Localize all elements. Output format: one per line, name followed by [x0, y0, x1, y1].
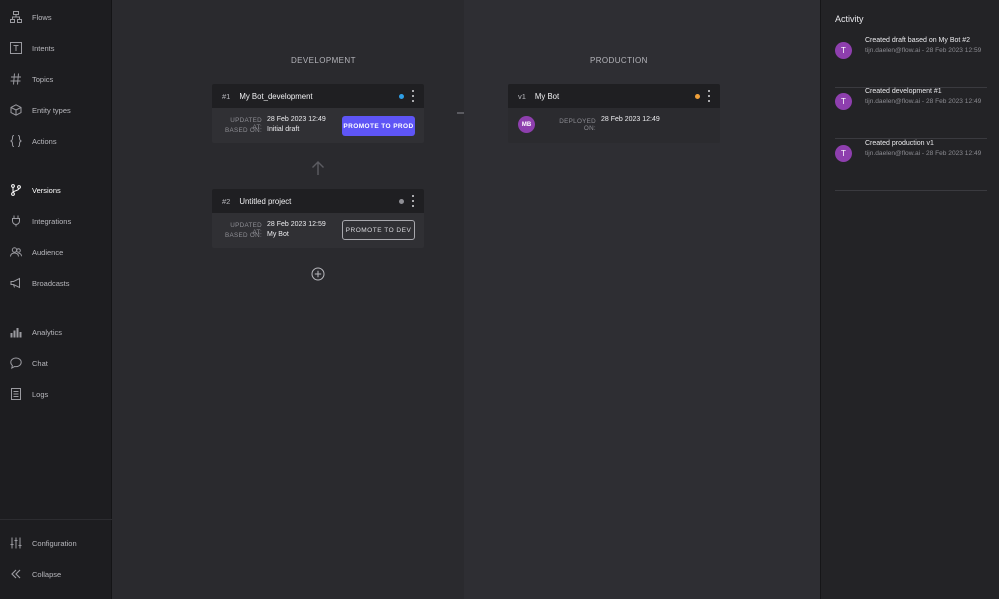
sidebar-item-flows[interactable]: Flows [0, 6, 112, 28]
development-card: #2 Untitled project UPDATED AT: BASED ON… [212, 189, 424, 248]
sidebar-item-audience[interactable]: Audience [0, 241, 112, 263]
activity-title: Activity [835, 14, 864, 24]
chat-bubble-icon [0, 357, 32, 369]
production-column: PRODUCTION v1 My Bot MB DEPLOYED ON: 28 … [464, 0, 820, 599]
card-header: v1 My Bot [508, 84, 720, 108]
sliders-icon [0, 537, 32, 549]
activity-item-title: Created development #1 [865, 88, 942, 95]
deployed-value: 28 Feb 2023 12:49 [601, 116, 660, 123]
bar-chart-icon [0, 326, 32, 338]
sidebar-item-integrations[interactable]: Integrations [0, 210, 112, 232]
hash-icon [0, 73, 32, 85]
sidebar-item-logs[interactable]: Logs [0, 383, 112, 405]
users-icon [0, 246, 32, 258]
more-options-icon[interactable] [706, 90, 712, 102]
sidebar-item-label: Chat [32, 358, 48, 368]
activity-item: T Created development #1 tijn.daelen@flo… [835, 88, 987, 139]
sidebar-item-label: Entity types [32, 105, 71, 115]
activity-item-meta: tijn.daelen@flow.ai - 28 Feb 2023 12:59 [865, 47, 982, 54]
based-value: My Bot [267, 231, 289, 238]
avatar: T [835, 42, 852, 59]
avatar: MB [518, 116, 535, 133]
more-options-icon[interactable] [410, 90, 416, 102]
sidebar-item-label: Audience [32, 247, 64, 257]
card-number: v1 [518, 91, 526, 101]
sidebar-item-label: Broadcasts [32, 278, 70, 288]
branch-icon [0, 184, 32, 196]
development-card: #1 My Bot_development UPDATED AT: BASED … [212, 84, 424, 143]
based-label: BASED ON: [225, 232, 262, 239]
activity-panel: Activity T Created draft based on My Bot… [820, 0, 999, 599]
development-title: DEVELOPMENT [291, 56, 356, 65]
logs-icon [0, 388, 32, 400]
card-number: #2 [222, 196, 231, 206]
status-dot [399, 94, 404, 99]
sidebar-item-label: Flows [32, 12, 52, 22]
sidebar-item-label: Collapse [32, 569, 62, 579]
activity-item-title: Created draft based on My Bot #2 [865, 37, 971, 44]
card-name: Untitled project [239, 196, 292, 206]
sidebar-item-label: Integrations [32, 216, 72, 226]
intents-icon [0, 42, 32, 54]
sidebar-item-actions[interactable]: Actions [0, 130, 112, 152]
updated-value: 28 Feb 2023 12:59 [267, 221, 326, 228]
add-circle-icon[interactable] [311, 267, 325, 281]
activity-item-meta: tijn.daelen@flow.ai - 28 Feb 2023 12:49 [865, 98, 982, 105]
promote-to-dev-button[interactable]: PROMOTE TO DEV [342, 220, 415, 240]
based-label: BASED ON: [225, 127, 262, 134]
activity-item: T Created draft based on My Bot #2 tijn.… [835, 37, 987, 88]
cube-icon [0, 104, 32, 116]
arrow-up-icon [312, 161, 324, 175]
activity-item-meta: tijn.daelen@flow.ai - 28 Feb 2023 12:49 [865, 150, 982, 157]
activity-item-title: Created production v1 [865, 140, 934, 147]
more-options-icon[interactable] [410, 195, 416, 207]
card-name: My Bot_development [239, 91, 313, 101]
sidebar-item-versions[interactable]: Versions [0, 179, 112, 201]
plug-icon [0, 215, 32, 227]
sidebar-item-label: Versions [32, 185, 61, 195]
sidebar-item-chat[interactable]: Chat [0, 352, 112, 374]
sidebar-item-label: Logs [32, 389, 49, 399]
sidebar-item-configuration[interactable]: Configuration [0, 532, 112, 554]
activity-item: T Created production v1 tijn.daelen@flow… [835, 140, 987, 191]
card-name: My Bot [534, 91, 560, 101]
updated-value: 28 Feb 2023 12:49 [267, 116, 326, 123]
sidebar-divider [0, 519, 112, 520]
promote-to-prod-button[interactable]: PROMOTE TO PROD [342, 116, 415, 136]
double-chevron-left-icon [0, 568, 32, 580]
sidebar-item-collapse[interactable]: Collapse [0, 563, 112, 585]
card-header: #1 My Bot_development [212, 84, 424, 108]
status-dot [399, 199, 404, 204]
production-card: v1 My Bot MB DEPLOYED ON: 28 Feb 2023 12… [508, 84, 720, 143]
sidebar-item-broadcasts[interactable]: Broadcasts [0, 272, 112, 294]
sidebar-item-entity-types[interactable]: Entity types [0, 99, 112, 121]
sidebar-item-label: Actions [32, 136, 57, 146]
flows-icon [0, 11, 32, 23]
sidebar-item-analytics[interactable]: Analytics [0, 321, 112, 343]
megaphone-icon [0, 277, 32, 289]
based-value: Initial draft [267, 126, 300, 133]
deployed-label: DEPLOYED ON: [559, 118, 596, 132]
avatar: T [835, 93, 852, 110]
sidebar: Flows Intents Topics Entity types Action… [0, 0, 112, 599]
development-column: DEVELOPMENT #1 My Bot_development UPDATE… [112, 0, 464, 599]
sidebar-item-topics[interactable]: Topics [0, 68, 112, 90]
card-number: #1 [222, 91, 231, 101]
status-dot [695, 94, 700, 99]
sidebar-item-label: Topics [32, 74, 54, 84]
sidebar-item-label: Configuration [32, 538, 77, 548]
card-header: #2 Untitled project [212, 189, 424, 213]
avatar: T [835, 145, 852, 162]
sidebar-item-intents[interactable]: Intents [0, 37, 112, 59]
production-title: PRODUCTION [590, 56, 648, 65]
sidebar-item-label: Intents [32, 43, 55, 53]
sidebar-item-label: Analytics [32, 327, 63, 337]
braces-icon [0, 135, 32, 147]
